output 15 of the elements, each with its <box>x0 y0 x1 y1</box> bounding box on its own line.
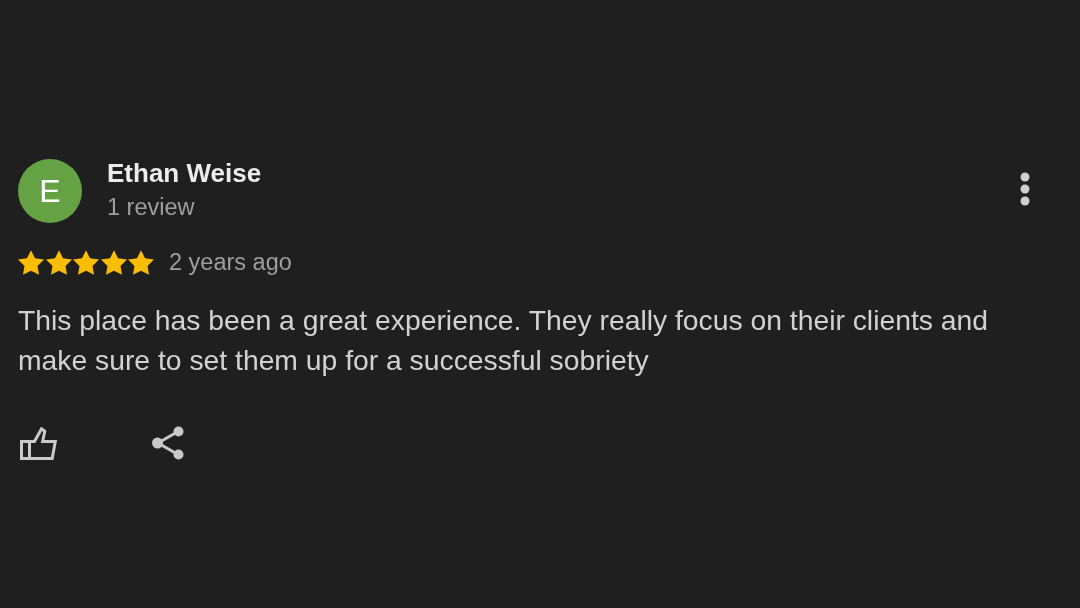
like-button[interactable] <box>20 426 57 460</box>
star-icon <box>100 249 127 275</box>
thumbs-up-icon <box>20 426 57 460</box>
share-icon <box>152 426 184 460</box>
star-icon <box>45 249 72 275</box>
more-options-icon[interactable] <box>1020 172 1030 206</box>
review-count: 1 review <box>107 193 195 221</box>
user-avatar: E <box>18 159 82 223</box>
star-icon <box>18 249 44 275</box>
star-icon <box>128 249 154 275</box>
reviewer-name[interactable]: Ethan Weise <box>107 157 262 189</box>
review-text: This place has been a great experience. They really focus on their clients and make sure to set them up for a successful sobriety <box>18 303 989 378</box>
share-button[interactable] <box>152 426 184 460</box>
review-date: 2 years ago <box>169 248 292 276</box>
star-icon <box>73 249 99 275</box>
